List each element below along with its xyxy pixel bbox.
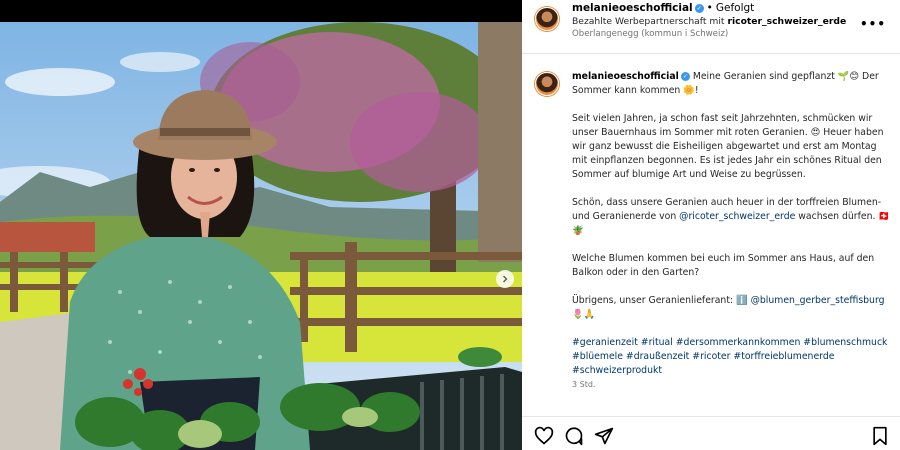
like-button[interactable] — [534, 426, 554, 446]
next-photo-button[interactable] — [496, 270, 514, 288]
separator-dot: • — [706, 2, 713, 14]
caption-text: 🌷🙏 — [572, 309, 596, 320]
comment-button[interactable] — [564, 426, 584, 446]
top-bar — [0, 0, 522, 22]
avatar[interactable] — [535, 7, 559, 31]
mention-link[interactable]: @ricoter_schweizer_erde — [679, 211, 795, 222]
more-options-icon[interactable]: ••• — [860, 17, 886, 31]
post-caption: melanieoeschofficial ✓ Meine Geranien sin… — [572, 70, 894, 384]
hashtags[interactable]: #geranienzeit #ritual #dersommerkannkomm… — [572, 336, 894, 378]
share-button[interactable] — [594, 426, 614, 446]
avatar[interactable] — [535, 72, 559, 96]
partnership-label: Bezahlte Werbepartnerschaft mit ricoter_… — [572, 16, 846, 27]
partner-link[interactable]: ricoter_schweizer_erde — [727, 16, 846, 27]
post-side-panel: melanieoeschofficial ✓ • Gefolgt Bezahlte W… — [522, 0, 900, 450]
post-photo[interactable] — [0, 22, 522, 450]
caption-paragraph: Übrigens, unser Geranienlieferant: ℹ️ @b… — [572, 294, 894, 322]
caption-paragraph: Seit vielen Jahren, ja schon fast seit J… — [572, 113, 884, 180]
mention-link[interactable]: @blumen_gerber_steffisburg — [751, 295, 885, 306]
username-link[interactable]: melanieoeschofficial — [572, 2, 693, 14]
bookmark-icon — [873, 426, 887, 446]
verified-badge-icon: ✓ — [680, 72, 690, 81]
share-icon — [594, 427, 614, 445]
post-header: melanieoeschofficial ✓ • Gefolgt Bezahlte W… — [522, 0, 900, 54]
chevron-right-icon — [503, 275, 508, 283]
action-bar — [522, 416, 900, 450]
heart-icon — [534, 426, 554, 445]
post-author: melanieoeschofficial ✓ • Gefolgt — [572, 2, 754, 14]
follow-status[interactable]: Gefolgt — [716, 2, 754, 14]
caption-text: Übrigens, unser Geranienlieferant: ℹ️ — [572, 295, 751, 306]
partnership-prefix: Bezahlte Werbepartnerschaft mit — [572, 16, 725, 27]
verified-badge-icon: ✓ — [694, 4, 704, 13]
instagram-post-window: melanieoeschofficial ✓ • Gefolgt Bezahlte W… — [0, 0, 900, 450]
location-link[interactable]: Oberlangenegg (kommun i Schweiz) — [572, 29, 728, 39]
comment-icon — [565, 427, 583, 446]
timestamp: 3 Std. — [572, 380, 596, 389]
caption-username[interactable]: melanieoeschofficial — [572, 71, 679, 82]
save-button[interactable] — [870, 426, 890, 446]
caption-paragraph: Schön, dass unsere Geranien auch heuer i… — [572, 196, 894, 238]
caption-paragraph: Welche Blumen kommen bei euch im Sommer … — [572, 253, 875, 278]
photo-illustration — [0, 22, 522, 450]
